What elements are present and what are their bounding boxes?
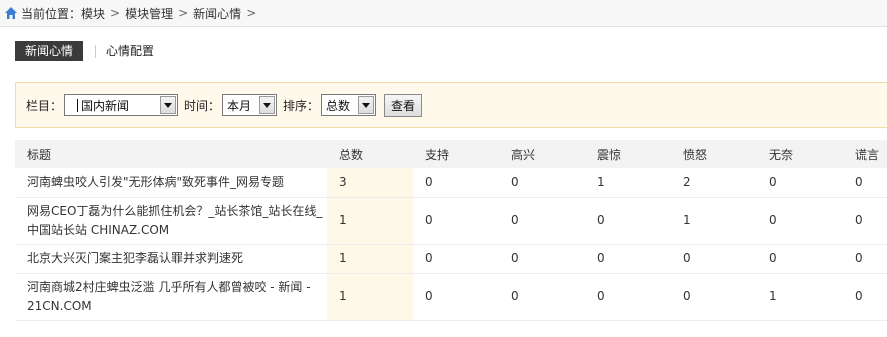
cell-total: 3 [327, 168, 413, 198]
cell-shocked: 1 [585, 168, 671, 198]
header-angry: 愤怒 [671, 140, 757, 168]
breadcrumb-item-module[interactable]: 模块 [81, 5, 105, 22]
cell-angry: 1 [671, 197, 757, 245]
header-support: 支持 [413, 140, 499, 168]
row-title-text[interactable]: 北京大兴灭门案主犯李磊认罪并求判速死 [27, 251, 243, 265]
cell-angry: 0 [671, 273, 757, 321]
header-title: 标题 [15, 140, 327, 168]
row-title[interactable]: 网易CEO丁磊为什么能抓住机会？_站长茶馆_站长在线_中国站长站 CHINAZ.… [15, 197, 327, 245]
cell-helpless: 0 [757, 244, 843, 274]
dropdown-arrow-icon[interactable] [160, 96, 177, 114]
breadcrumb-item-news-mood[interactable]: 新闻心情 [193, 5, 241, 22]
cell-shocked: 0 [585, 273, 671, 321]
cell-lie: 0 [843, 273, 887, 321]
time-select-value: 本月 [227, 98, 252, 113]
tab-bar: 新闻心情 心情配置 [15, 41, 154, 61]
cell-support: 0 [413, 273, 499, 321]
cell-helpless: 1 [757, 273, 843, 321]
sort-select[interactable]: 总数 [321, 94, 377, 116]
cell-happy: 0 [499, 168, 585, 198]
tab-mood-config[interactable]: 心情配置 [106, 41, 154, 61]
cell-total: 1 [327, 273, 413, 321]
home-icon[interactable] [4, 6, 18, 20]
table-header-row: 标题 总数 支持 高兴 震惊 愤怒 无奈 谎言 [15, 140, 887, 168]
column-select[interactable]: 国内新闻 [64, 94, 179, 116]
header-total: 总数 [327, 140, 413, 168]
cell-total: 1 [327, 244, 413, 274]
column-select-value: 国内新闻 [65, 97, 160, 114]
dropdown-arrow-icon[interactable] [358, 96, 375, 114]
table-row: 北京大兴灭门案主犯李磊认罪并求判速死 1 0 0 0 0 0 0 [15, 244, 887, 274]
row-title[interactable]: 河南商城2村庄蜱虫泛滥 几乎所有人都曾被咬 - 新闻 - 21CN.COM [15, 273, 327, 321]
breadcrumb-item-module-manage[interactable]: 模块管理 [125, 5, 173, 22]
cell-helpless: 0 [757, 197, 843, 245]
row-title[interactable]: 河南蜱虫咬人引发"无形体病"致死事件_网易专题 [15, 168, 327, 198]
tab-divider [95, 44, 97, 58]
mood-table: 标题 总数 支持 高兴 震惊 愤怒 无奈 谎言 河南蜱虫咬人引发"无形体病"致死… [15, 140, 887, 321]
cell-helpless: 0 [757, 168, 843, 198]
cell-angry: 0 [671, 244, 757, 274]
cell-total: 1 [327, 197, 413, 245]
cell-happy: 0 [499, 197, 585, 245]
cell-lie: 0 [843, 168, 887, 198]
tab-news-mood[interactable]: 新闻心情 [15, 41, 84, 61]
sort-label: 排序： [283, 98, 320, 113]
header-shocked: 震惊 [585, 140, 671, 168]
breadcrumb-separator: > [110, 6, 121, 20]
header-helpless: 无奈 [757, 140, 843, 168]
dropdown-arrow-icon[interactable] [259, 96, 276, 114]
header-happy: 高兴 [499, 140, 585, 168]
column-label: 栏目： [26, 98, 63, 113]
cell-shocked: 0 [585, 197, 671, 245]
breadcrumb-separator: > [178, 6, 189, 20]
cell-angry: 2 [671, 168, 757, 198]
time-label: 时间： [184, 98, 221, 113]
cell-happy: 0 [499, 244, 585, 274]
row-title-text[interactable]: 河南蜱虫咬人引发"无形体病"致死事件_网易专题 [27, 175, 284, 189]
view-button[interactable]: 查看 [384, 93, 423, 117]
row-title-text[interactable]: 河南商城2村庄蜱虫泛滥 几乎所有人都曾被咬 - 新闻 - 21CN.COM [27, 280, 311, 313]
row-title[interactable]: 北京大兴灭门案主犯李磊认罪并求判速死 [15, 244, 327, 274]
cell-shocked: 0 [585, 244, 671, 274]
header-lie: 谎言 [843, 140, 887, 168]
breadcrumb-label: 当前位置： [21, 6, 82, 21]
table-row: 河南商城2村庄蜱虫泛滥 几乎所有人都曾被咬 - 新闻 - 21CN.COM 1 … [15, 273, 887, 321]
sort-select-value: 总数 [326, 98, 351, 113]
breadcrumb: 当前位置： 模块 > 模块管理 > 新闻心情 > [0, 0, 887, 27]
cell-support: 0 [413, 168, 499, 198]
table-row: 网易CEO丁磊为什么能抓住机会？_站长茶馆_站长在线_中国站长站 CHINAZ.… [15, 197, 887, 245]
time-select[interactable]: 本月 [222, 94, 278, 116]
cell-support: 0 [413, 197, 499, 245]
cell-support: 0 [413, 244, 499, 274]
breadcrumb-separator: > [246, 6, 257, 20]
table-row: 河南蜱虫咬人引发"无形体病"致死事件_网易专题 3 0 0 1 2 0 0 [15, 168, 887, 198]
filter-panel: 栏目： 国内新闻 时间： 本月 排序： 总数 查看 [15, 82, 887, 128]
cell-happy: 0 [499, 273, 585, 321]
cell-lie: 0 [843, 197, 887, 245]
cell-lie: 0 [843, 244, 887, 274]
row-title-text[interactable]: 网易CEO丁磊为什么能抓住机会？_站长茶馆_站长在线_中国站长站 CHINAZ.… [27, 204, 322, 237]
